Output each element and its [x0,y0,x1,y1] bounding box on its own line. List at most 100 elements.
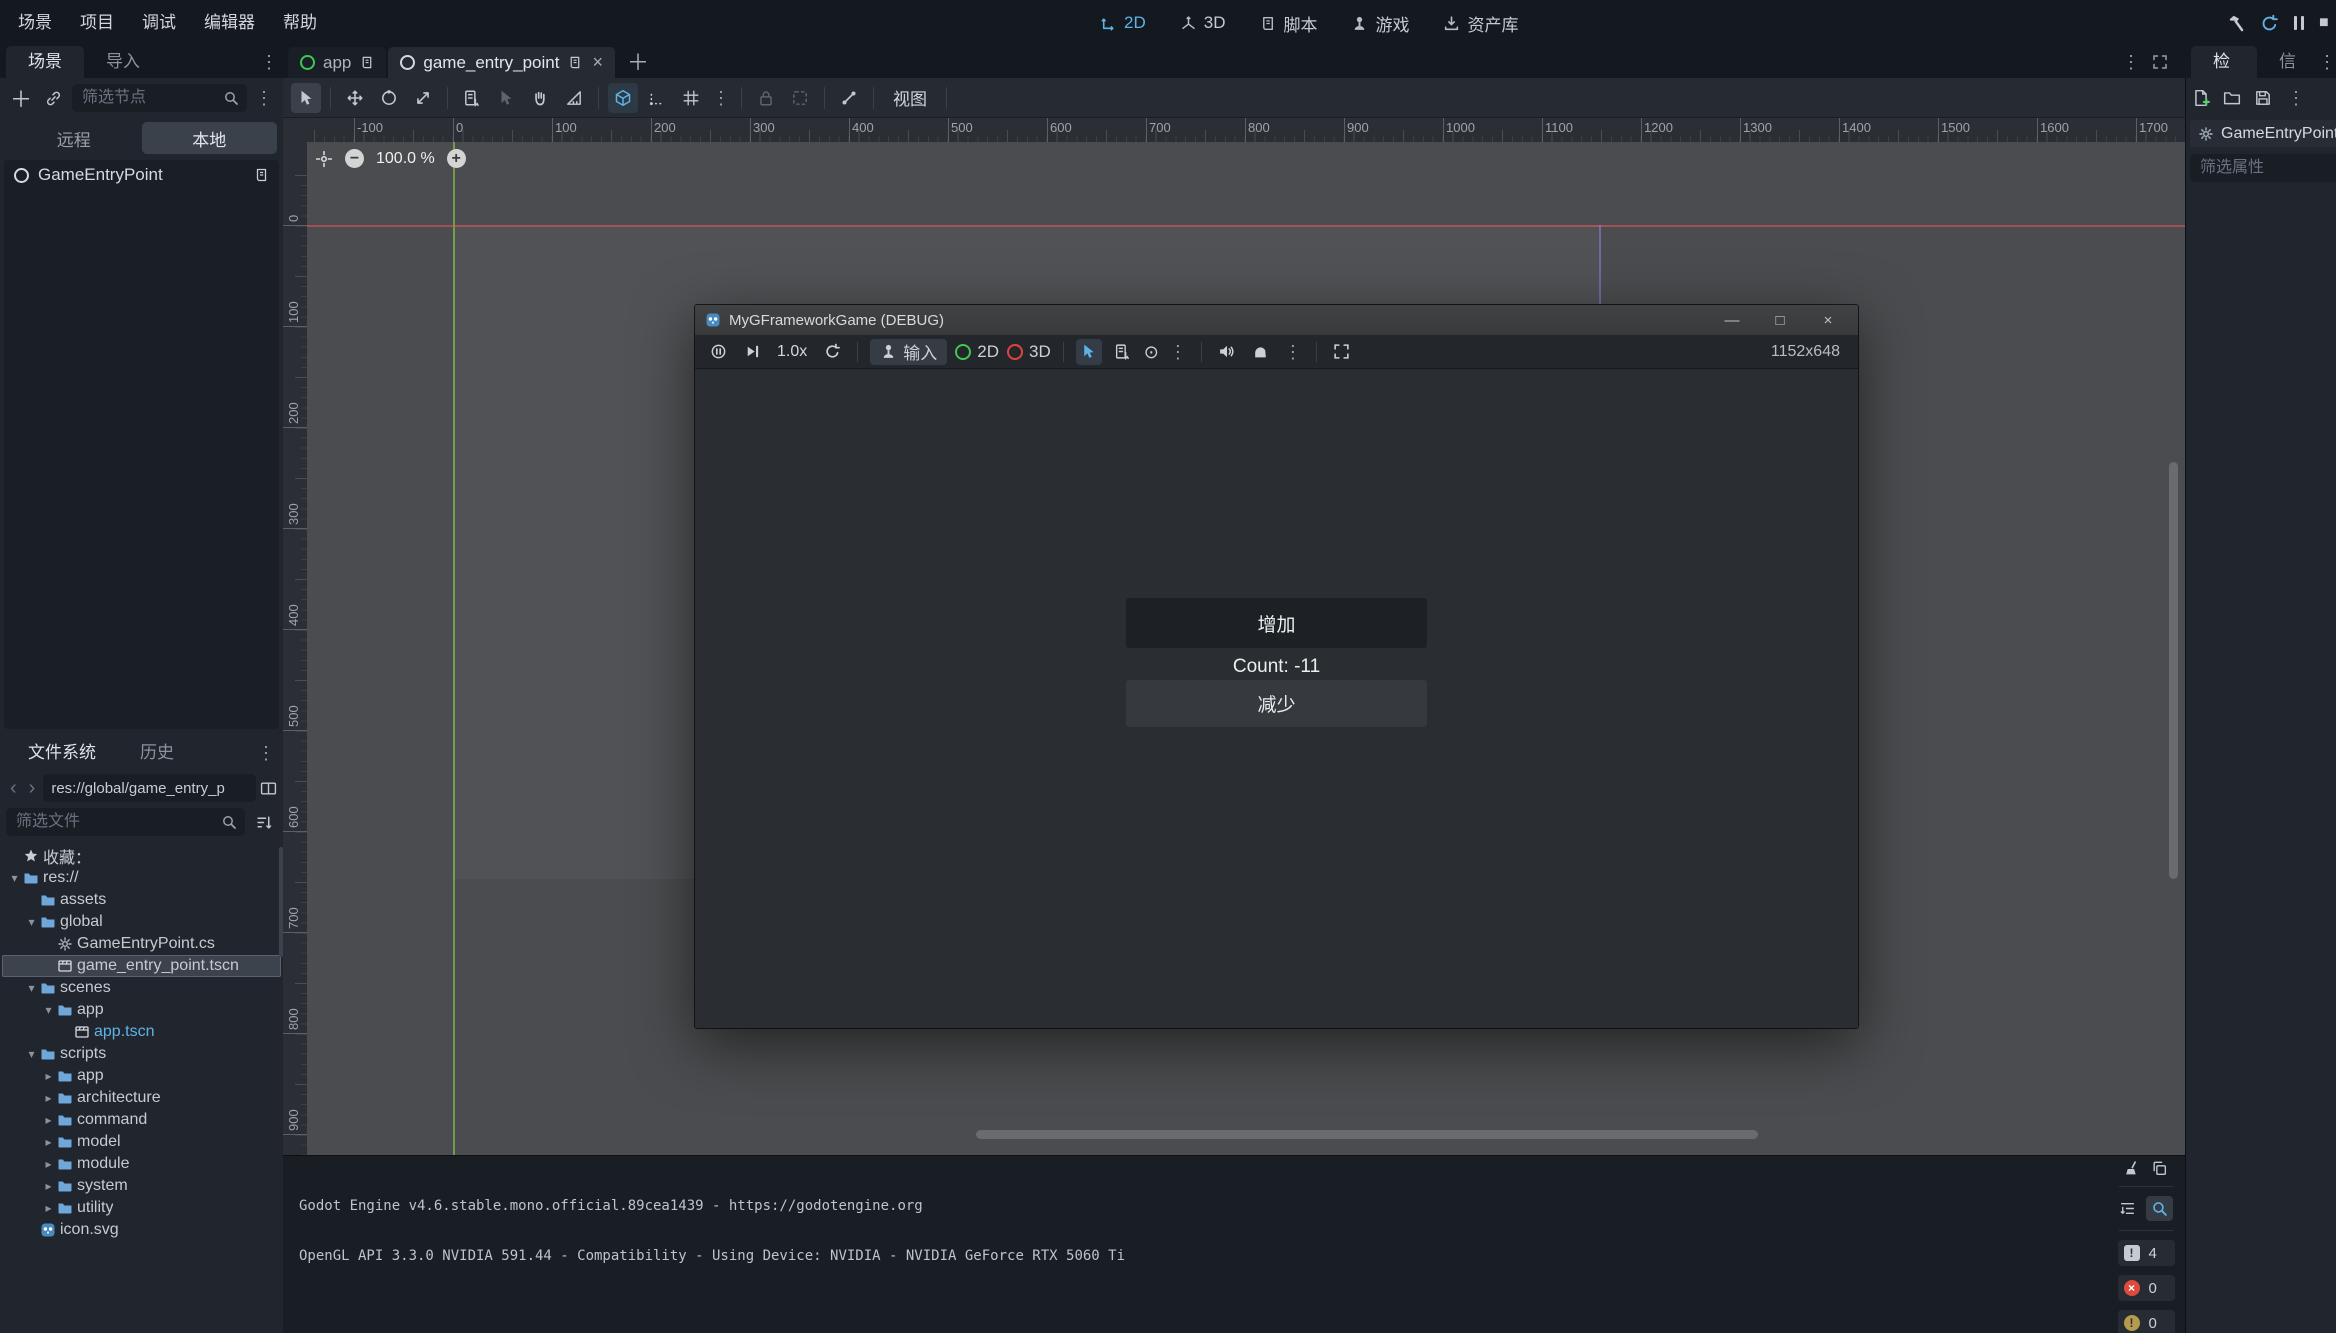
instance-scene-button[interactable] [40,85,66,111]
fs-tree-row[interactable]: app.tscn [2,1021,281,1043]
fs-tree-row[interactable]: ▸utility [2,1197,281,1219]
fs-tree-row[interactable]: ▸model [2,1131,281,1153]
snap-options-menu[interactable]: ⋮ [710,82,732,114]
2d-viewport[interactable]: − 100.0 % + MyGFrameworkGame (DEBUG) — □… [307,142,2185,1155]
tab-signals[interactable]: 信号 [2257,46,2318,78]
local-button[interactable]: 本地 [142,122,278,154]
camera-override-button[interactable]: ⊙ [1144,343,1159,361]
search-output-toggle[interactable] [2146,1196,2173,1221]
debug-3d-toggle[interactable]: 3D [1007,339,1051,365]
workspace-assetlib-button[interactable]: 资产库 [1443,11,1518,36]
scene-tree-menu-button[interactable]: ⋮ [253,82,275,114]
decrease-button[interactable]: 减少 [1126,680,1427,727]
game-window-titlebar[interactable]: MyGFrameworkGame (DEBUG) — □ × [695,305,1858,335]
fs-tree-row[interactable]: ▸app [2,1065,281,1087]
expand-editor-icon[interactable] [2152,54,2168,70]
menu-编辑器[interactable]: 编辑器 [190,0,269,46]
tab-inspector[interactable]: 检查器 [2191,46,2257,78]
scene-tab-app[interactable]: app [288,47,386,78]
speed-selector[interactable]: 1.0x [773,343,811,361]
pivot-tool-button[interactable] [491,83,521,113]
inspected-object-header[interactable]: GameEntryPoint.cs [2190,120,2336,147]
view-menu-button[interactable]: 视图 [883,85,937,110]
restart-game-button[interactable] [2260,14,2279,33]
scene-tree-root-node[interactable]: GameEntryPoint [4,160,279,190]
fs-tree-row[interactable]: 收藏： [2,845,281,867]
maximize-button[interactable]: □ [1760,312,1800,329]
fs-tree-row[interactable]: assets [2,889,281,911]
fs-tree-row[interactable]: game_entry_point.tscn [2,955,281,977]
expand-arrow-icon[interactable]: ▾ [23,981,40,995]
skeleton-options-button[interactable] [834,83,864,113]
menu-调试[interactable]: 调试 [128,0,190,46]
scene-tabs-menu-button[interactable]: ⋮ [2120,46,2142,78]
scene-tab-game-entry-point[interactable]: game_entry_point × [388,47,615,78]
vertical-scrollbar[interactable] [2169,462,2178,879]
errors-filter-badge[interactable]: × 0 [2118,1275,2175,1301]
fs-tree-row[interactable]: ▾scripts [2,1043,281,1065]
scene-filter-input[interactable] [72,84,247,112]
debug-2d-toggle[interactable]: 2D [955,339,999,365]
selection-options-menu[interactable]: ⋮ [1167,336,1189,368]
expand-arrow-icon[interactable]: ▸ [40,1113,57,1127]
fs-tree-row[interactable]: ▾res:// [2,867,281,889]
expand-arrow-icon[interactable]: ▾ [23,915,40,929]
split-view-icon[interactable] [260,780,277,797]
remote-button[interactable]: 远程 [6,122,142,154]
horizontal-scrollbar[interactable] [976,1130,1758,1139]
save-resource-button[interactable] [2254,89,2272,107]
list-select-tool-button[interactable] [457,83,487,113]
tab-history[interactable]: 历史 [118,737,196,769]
tab-import-dock[interactable]: 导入 [84,46,162,78]
menu-帮助[interactable]: 帮助 [269,0,331,46]
pause-game-button[interactable] [2294,16,2304,30]
embed-fullscreen-button[interactable] [1329,339,1355,365]
tab-scene-dock[interactable]: 场景 [6,46,84,78]
expand-arrow-icon[interactable]: ▸ [40,1157,57,1171]
clear-output-button[interactable] [2124,1160,2141,1177]
sort-files-button[interactable] [251,809,277,835]
zoom-out-button[interactable]: − [345,149,364,168]
pause-button[interactable] [705,339,731,365]
menu-项目[interactable]: 项目 [66,0,128,46]
fs-tree-row[interactable]: ▸module [2,1153,281,1175]
zoom-level-label[interactable]: 100.0 % [376,150,435,168]
build-hammer-button[interactable] [2226,14,2245,33]
menu-场景[interactable]: 场景 [4,0,66,46]
fs-tree-row[interactable]: ▾app [2,999,281,1021]
input-mode-toggle[interactable]: 输入 [870,339,947,365]
minimize-button[interactable]: — [1712,312,1752,329]
workspace-script-button[interactable]: 脚本 [1259,11,1317,36]
open-script-icon[interactable] [253,167,269,183]
reset-speed-button[interactable] [819,339,845,365]
grid-toggle[interactable] [676,83,706,113]
fs-tree-row[interactable]: ▸architecture [2,1087,281,1109]
expand-arrow-icon[interactable]: ▾ [40,1003,57,1017]
expand-arrow-icon[interactable]: ▸ [40,1201,57,1215]
file-filter-input[interactable] [6,808,245,836]
pan-tool-button[interactable] [525,83,555,113]
path-input[interactable] [43,774,256,802]
right-dock-menu-button[interactable]: ⋮ [2318,46,2336,78]
select-mode-button[interactable] [1076,339,1102,365]
fs-tree-row[interactable]: ▾scenes [2,977,281,999]
tab-filesystem[interactable]: 文件系统 [6,737,118,769]
rotate-tool-button[interactable] [374,83,404,113]
close-tab-icon[interactable]: × [592,52,603,73]
move-tool-button[interactable] [340,83,370,113]
smart-snap-toggle[interactable] [608,83,638,113]
select-tool-button[interactable] [291,83,321,113]
expand-arrow-icon[interactable]: ▸ [40,1069,57,1083]
left-dock-menu-button[interactable]: ⋮ [258,46,280,78]
ruler-tool-button[interactable] [559,83,589,113]
lock-node-button[interactable] [751,83,781,113]
group-node-button[interactable] [785,83,815,113]
audio-mute-button[interactable] [1214,339,1240,365]
zoom-in-button[interactable]: + [447,149,466,168]
nav-forward-button[interactable]: › [25,777,40,800]
expand-arrow-icon[interactable]: ▾ [23,1047,40,1061]
center-view-icon[interactable] [315,150,333,168]
expand-arrow-icon[interactable]: ▾ [6,871,23,885]
fs-tree-row[interactable]: ▸system [2,1175,281,1197]
load-resource-button[interactable] [2223,89,2241,107]
